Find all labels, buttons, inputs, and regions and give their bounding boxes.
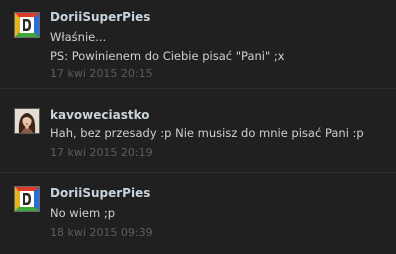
message-author[interactable]: kavoweciastko	[50, 108, 149, 122]
d-logo-avatar-icon[interactable]	[14, 12, 40, 38]
message-timestamp: 17 kwi 2015 20:19	[50, 146, 153, 159]
chat-message: DoriiSuperPies No wiem ;p 18 kwi 2015 09…	[0, 173, 396, 254]
d-logo-avatar-icon[interactable]	[14, 186, 40, 212]
chat-thread: DoriiSuperPies Właśnie... PS: Powinienem…	[0, 0, 396, 254]
message-timestamp: 18 kwi 2015 09:39	[50, 226, 153, 239]
user-photo-avatar[interactable]	[14, 108, 40, 134]
user-photo-icon	[15, 109, 39, 133]
message-text: No wiem ;p	[50, 206, 116, 220]
message-text: Właśnie...	[50, 30, 107, 44]
d-logo-icon	[15, 13, 39, 37]
chat-message: kavoweciastko Hah, bez przesady :p Nie m…	[0, 89, 396, 173]
message-text: PS: Powinienem do Ciebie pisać "Pani" ;x	[50, 49, 285, 63]
message-timestamp: 17 kwi 2015 20:15	[50, 67, 153, 80]
d-logo-icon	[15, 187, 39, 211]
message-text: Hah, bez przesady :p Nie musisz do mnie …	[50, 126, 364, 140]
message-author[interactable]: DoriiSuperPies	[50, 10, 150, 24]
message-author[interactable]: DoriiSuperPies	[50, 186, 150, 200]
chat-message: DoriiSuperPies Właśnie... PS: Powinienem…	[0, 0, 396, 84]
